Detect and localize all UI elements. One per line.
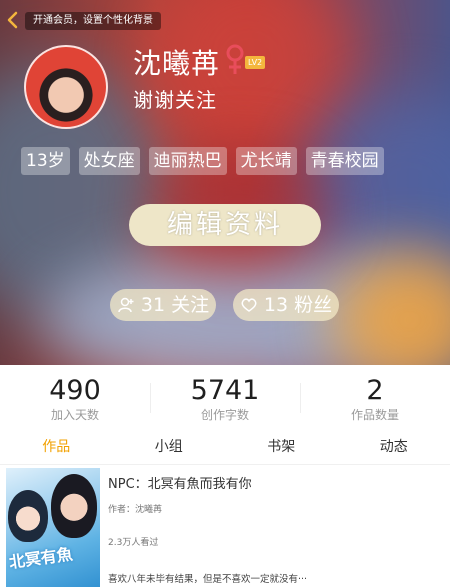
- cover-figure: [51, 474, 97, 538]
- add-user-icon: [118, 297, 134, 313]
- following-label: 31 关注: [140, 294, 210, 316]
- stat-label: 创作字数: [200, 408, 249, 422]
- tab-works[interactable]: 作品: [0, 430, 113, 464]
- work-card[interactable]: 北冥有魚 NPC：北冥有魚而我有你 作者：沈曦苒 2.3万人看过 喜欢八年未毕有…: [0, 464, 450, 587]
- profile-tabs: 作品 小组 书架 动态: [0, 430, 450, 464]
- user-name: 沈曦苒: [133, 47, 221, 80]
- stat-word-count: 5741 创作字数: [150, 375, 300, 423]
- tab-groups[interactable]: 小组: [113, 430, 226, 464]
- level-badge: LV2: [245, 56, 266, 69]
- user-signature: 谢谢关注: [133, 88, 217, 112]
- edit-profile-button[interactable]: 编辑资料: [129, 204, 321, 246]
- stat-value: 5741: [190, 375, 260, 406]
- work-cover-image[interactable]: 北冥有魚: [6, 468, 100, 587]
- profile-page: 开通会员，设置个性化背景 沈曦苒 LV2 谢谢关注 13岁 处女座 迪丽热巴 尤…: [0, 0, 450, 587]
- profile-tag: 青春校园: [305, 147, 384, 175]
- tab-activity[interactable]: 动态: [338, 430, 450, 464]
- profile-tags: 13岁 处女座 迪丽热巴 尤长靖 青春校园: [21, 147, 384, 175]
- stat-join-days: 490 加入天数: [0, 375, 150, 423]
- fans-button[interactable]: 13 粉丝: [233, 289, 339, 321]
- work-author: 作者：沈曦苒: [108, 505, 163, 515]
- female-icon: [226, 44, 244, 74]
- avatar[interactable]: [24, 45, 108, 129]
- stat-work-count: 2 作品数量: [300, 375, 450, 423]
- profile-tag: 13岁: [21, 147, 70, 175]
- profile-tag: 尤长靖: [235, 147, 297, 175]
- cover-figure: [8, 490, 48, 542]
- fans-label: 13 粉丝: [263, 294, 333, 316]
- stat-value: 2: [366, 375, 384, 406]
- following-button[interactable]: 31 关注: [110, 289, 216, 321]
- stat-value: 490: [49, 375, 101, 406]
- vip-background-tip[interactable]: 开通会员，设置个性化背景: [25, 12, 161, 30]
- stat-label: 加入天数: [50, 408, 99, 422]
- heart-icon: [241, 298, 257, 312]
- work-title[interactable]: NPC：北冥有魚而我有你: [108, 473, 252, 492]
- profile-tag: 处女座: [78, 147, 140, 175]
- work-views: 2.3万人看过: [108, 538, 159, 548]
- profile-tag: 迪丽热巴: [148, 147, 227, 175]
- stats-bar: 490 加入天数 5741 创作字数 2 作品数量: [0, 365, 450, 430]
- work-description: 喜欢八年未毕有结果，但是不喜欢一定就没有···: [108, 574, 308, 585]
- profile-header-background: 开通会员，设置个性化背景 沈曦苒 LV2 谢谢关注 13岁 处女座 迪丽热巴 尤…: [0, 0, 450, 365]
- stat-label: 作品数量: [350, 408, 399, 422]
- cover-title: 北冥有魚: [7, 544, 74, 572]
- tab-bookshelf[interactable]: 书架: [225, 430, 338, 464]
- back-arrow-icon[interactable]: [6, 11, 20, 29]
